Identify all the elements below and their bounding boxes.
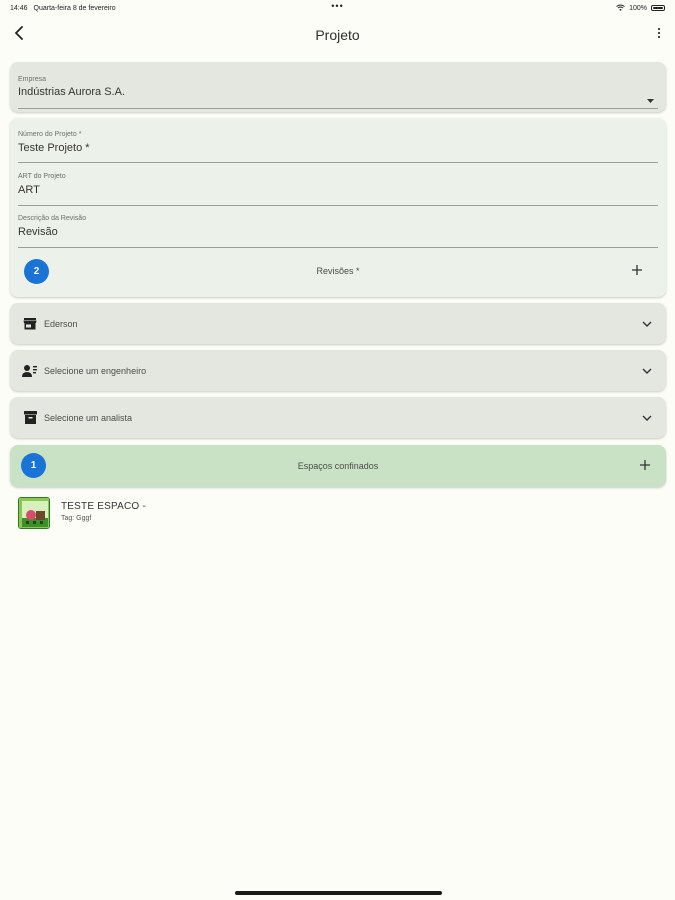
revision-desc-underline bbox=[18, 247, 658, 248]
dropdown-arrow-icon[interactable] bbox=[647, 90, 654, 108]
analyst-dropdown-label: Selecione um analista bbox=[44, 412, 133, 423]
multitasking-dots: ••• bbox=[331, 1, 344, 11]
space-item-tag: Tag: Gggf bbox=[61, 515, 92, 522]
status-bar: 14:46 Quarta-feira 8 de fevereiro ••• 10… bbox=[0, 0, 675, 16]
client-dropdown[interactable]: Ederson bbox=[10, 303, 666, 344]
revision-desc-label: Descrição da Revisão bbox=[18, 215, 87, 222]
add-revision-button[interactable] bbox=[628, 262, 646, 280]
chevron-left-icon bbox=[13, 25, 25, 45]
plus-icon bbox=[632, 262, 642, 280]
page-title: Projeto bbox=[315, 27, 360, 43]
store-icon bbox=[22, 316, 38, 332]
home-indicator[interactable] bbox=[235, 891, 442, 895]
project-number-input[interactable]: Teste Projeto * bbox=[18, 142, 90, 154]
engineer-dropdown-label: Selecione um engenheiro bbox=[44, 365, 147, 376]
engineer-dropdown[interactable]: Selecione um engenheiro bbox=[10, 350, 666, 391]
client-dropdown-label: Ederson bbox=[44, 318, 78, 329]
more-options-button[interactable] bbox=[651, 24, 667, 46]
company-underline bbox=[18, 108, 658, 109]
art-label: ART do Projeto bbox=[18, 173, 66, 180]
company-select[interactable]: Indústrias Aurora S.A. bbox=[18, 86, 125, 98]
plus-icon bbox=[640, 457, 650, 475]
more-vert-icon bbox=[657, 26, 661, 44]
revisions-label: Revisões * bbox=[316, 266, 360, 276]
back-button[interactable] bbox=[8, 24, 30, 46]
analyst-dropdown[interactable]: Selecione um analista bbox=[10, 397, 666, 438]
add-space-button[interactable] bbox=[636, 457, 654, 475]
spaces-label: Espaços confinados bbox=[297, 461, 379, 471]
art-underline bbox=[18, 205, 658, 206]
archive-icon bbox=[22, 410, 38, 426]
chevron-down-icon bbox=[640, 317, 654, 331]
space-item-title: TESTE ESPACO - bbox=[61, 501, 146, 512]
project-number-label: Número do Projeto * bbox=[18, 131, 82, 138]
engineer-icon bbox=[22, 363, 38, 379]
app-bar: Projeto bbox=[0, 20, 675, 50]
revision-desc-input[interactable]: Revisão bbox=[18, 226, 58, 238]
chevron-down-icon bbox=[640, 364, 654, 378]
art-input[interactable]: ART bbox=[18, 184, 40, 196]
project-number-underline bbox=[18, 162, 658, 163]
company-label: Empresa bbox=[18, 76, 47, 83]
battery-icon bbox=[651, 5, 665, 11]
list-item[interactable]: TESTE ESPACO - Tag: Gggf bbox=[18, 497, 146, 529]
chevron-down-icon bbox=[640, 411, 654, 425]
confined-space-thumbnail-icon bbox=[18, 497, 50, 529]
company-card: Empresa Indústrias Aurora S.A. bbox=[10, 62, 666, 112]
project-form-card: Número do Projeto * Teste Projeto * ART … bbox=[10, 118, 666, 297]
confined-spaces-header: 1 Espaços confinados bbox=[10, 445, 666, 487]
